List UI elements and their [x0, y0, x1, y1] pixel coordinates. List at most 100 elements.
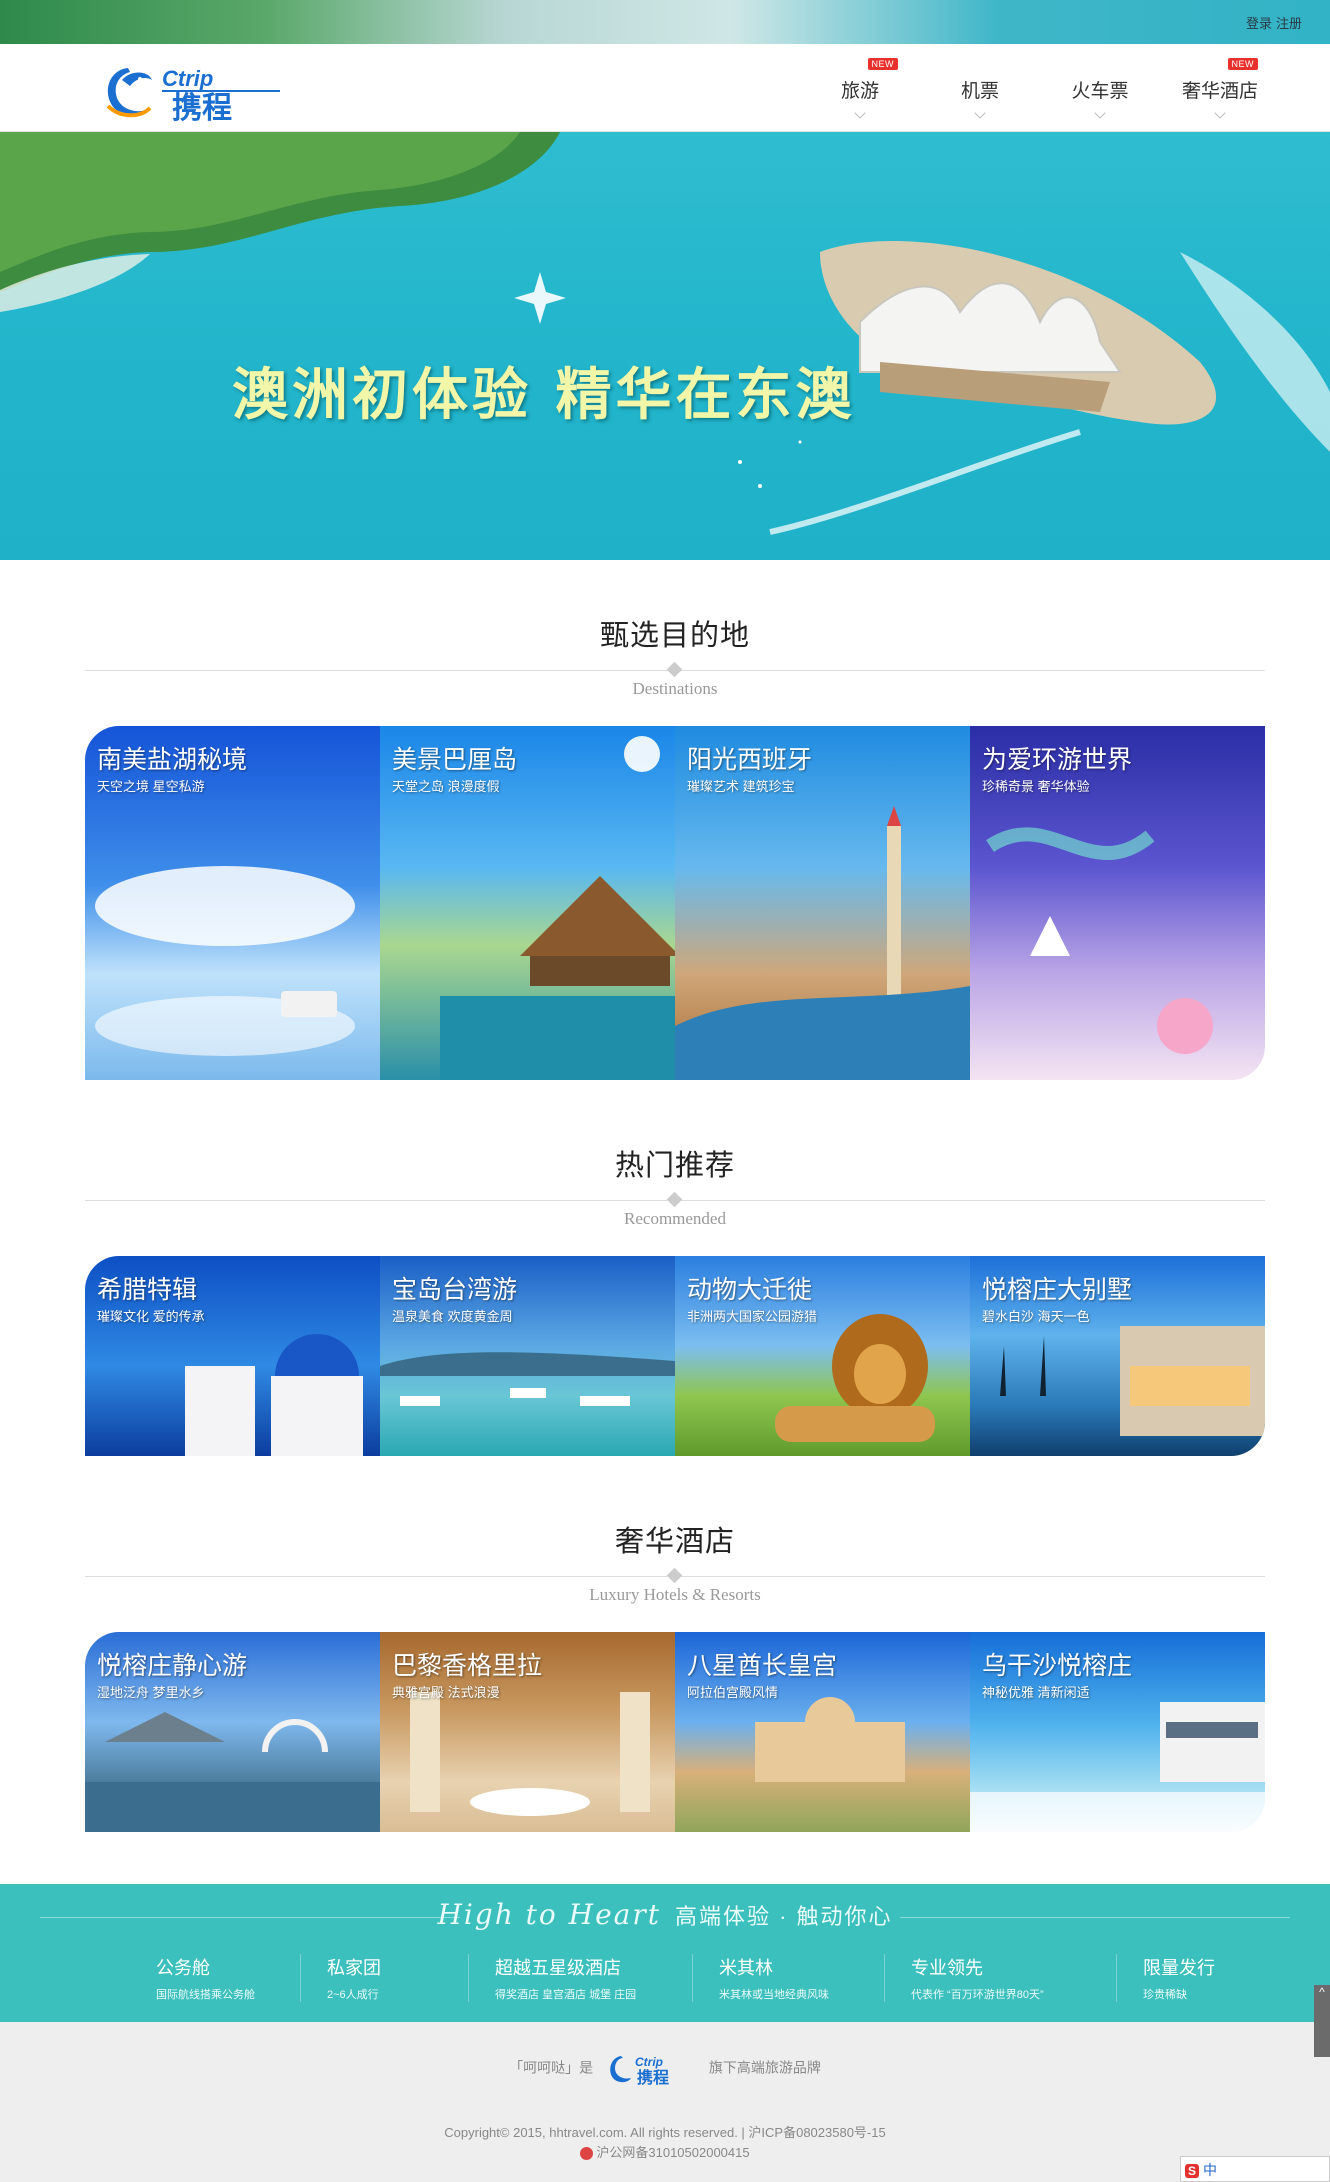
svg-text:携程: 携程: [172, 91, 232, 122]
card-title: 悦榕庄静心游: [97, 1652, 248, 1680]
ctrip-logo-small[interactable]: Ctrip 携程: [607, 2052, 695, 2087]
feature-title: 超越五星级酒店: [495, 1958, 621, 1978]
feature-title: 私家团: [327, 1958, 381, 1978]
section-subtitle: Destinations: [632, 679, 718, 698]
card-subtitle: 非洲两大国家公园游猎: [687, 1309, 818, 1324]
slogan: High to Heart 高端体验 · 触动你心: [0, 1898, 1330, 1931]
card-title: 美景巴厘岛: [392, 746, 518, 774]
card-world-tour[interactable]: 为爱环游世界 珍稀奇景 奢华体验: [970, 726, 1265, 1080]
feature-item: 超越五星级酒店 得奖酒店 皇宫酒店 城堡 庄园: [468, 1954, 692, 2002]
feature-sub: 米其林或当地经典风味: [719, 1989, 829, 2001]
login-links: 登录 注册: [1242, 13, 1302, 32]
svg-text:携程: 携程: [637, 2068, 669, 2086]
ime-toolbar[interactable]: S中: [1180, 2156, 1330, 2182]
card-greece[interactable]: 希腊特辑 璀璨文化 爱的传承: [85, 1256, 380, 1456]
divider: [85, 1567, 1265, 1584]
divider: [85, 661, 1265, 678]
card-spain[interactable]: 阳光西班牙 璀璨艺术 建筑珍宝: [675, 726, 970, 1080]
top-strip: 登录 注册: [0, 0, 1330, 44]
card-ungasan-banyan[interactable]: 乌干沙悦榕庄 神秘优雅 清新闲适: [970, 1632, 1265, 1832]
nav-item-trains[interactable]: 火车票: [1040, 44, 1160, 132]
slogan-en: High to Heart: [437, 1898, 661, 1931]
nav-label: 奢华酒店: [1181, 81, 1258, 102]
card-emirates-palace[interactable]: 八星酋长皇宫 阿拉伯宫殿风情: [675, 1632, 970, 1832]
feature-list: 公务舱 国际航线搭乘公务舱 私家团 2~6人成行 超越五星级酒店 得奖酒店 皇宫…: [130, 1954, 1266, 2002]
card-subtitle: 璀璨文化 爱的传承: [97, 1309, 205, 1324]
feature-sub: 代表作 “百万环游世界80天”: [911, 1989, 1044, 2001]
card-south-america-salt-lake[interactable]: 南美盐湖秘境 天空之境 星空私游: [85, 726, 380, 1080]
card-subtitle: 珍稀奇景 奢华体验: [982, 779, 1090, 794]
card-bali[interactable]: 美景巴厘岛 天堂之岛 浪漫度假: [380, 726, 675, 1080]
feature-title: 米其林: [719, 1958, 773, 1978]
copyright: Copyright© 2015, hhtravel.com. All right…: [444, 2125, 886, 2140]
feature-sub: 2~6人成行: [327, 1989, 379, 2001]
brand-post: 旗下高端旅游品牌: [708, 2059, 821, 2076]
card-subtitle: 天空之境 星空私游: [97, 779, 205, 794]
new-badge: NEW: [1227, 58, 1258, 70]
banner-title: 澳洲初体验 精华在东澳: [232, 362, 856, 428]
ime-mode: 中: [1203, 2162, 1218, 2178]
card-subtitle: 阿拉伯宫殿风情: [687, 1685, 779, 1700]
card-subtitle: 典雅宫殿 法式浪漫: [392, 1685, 500, 1700]
card-subtitle: 天堂之岛 浪漫度假: [392, 779, 500, 794]
feature-sub: 国际航线搭乘公务舱: [156, 1989, 255, 2001]
police-record[interactable]: 沪公网备31010502000415: [0, 2142, 1330, 2161]
section-title: 热门推荐: [614, 1150, 735, 1182]
feature-title: 专业领先: [911, 1958, 983, 1978]
feature-title: 限量发行: [1143, 1958, 1215, 1978]
recommended-row: 希腊特辑 璀璨文化 爱的传承 宝岛台湾游 温泉美食 欢度黄金周 动物大迁徙 非洲…: [85, 1256, 1265, 1456]
destinations-heading: 甄选目的地 Destinations: [85, 612, 1265, 699]
card-title: 希腊特辑: [97, 1276, 198, 1304]
card-title: 悦榕庄大别墅: [982, 1276, 1133, 1304]
card-banyan-retreat[interactable]: 悦榕庄静心游 湿地泛舟 梦里水乡: [85, 1632, 380, 1832]
login-link[interactable]: 登录: [1246, 16, 1272, 31]
features-band: High to Heart 高端体验 · 触动你心 公务舱 国际航线搭乘公务舱 私…: [0, 1884, 1330, 2022]
register-link[interactable]: 注册: [1276, 16, 1302, 31]
site-header: Ctrip 携程 NEW 旅游 机票 火车票 NEW 奢华酒店: [0, 44, 1330, 132]
chevron-down-icon: [974, 107, 986, 119]
feature-item: 公务舱 国际航线搭乘公务舱: [130, 1954, 300, 2002]
card-subtitle: 温泉美食 欢度黄金周: [392, 1309, 513, 1324]
card-subtitle: 神秘优雅 清新闲适: [982, 1685, 1090, 1700]
feature-item: 限量发行 珍贵稀缺: [1116, 1954, 1266, 2002]
ctrip-logo[interactable]: Ctrip 携程: [100, 58, 290, 126]
police-record-text: 沪公网备31010502000415: [596, 2145, 750, 2160]
section-title: 甄选目的地: [599, 620, 750, 652]
up-arrow-icon: ^: [1319, 1985, 1325, 1999]
divider: [85, 1191, 1265, 1208]
feature-title: 公务舱: [156, 1958, 210, 1978]
nav-item-luxury-hotels[interactable]: NEW 奢华酒店: [1160, 44, 1280, 132]
svg-text:Ctrip: Ctrip: [162, 66, 213, 91]
card-subtitle: 碧水白沙 海天一色: [982, 1309, 1090, 1324]
hero-banner[interactable]: 澳洲初体验 精华在东澳: [0, 132, 1330, 560]
new-badge: NEW: [867, 58, 898, 70]
site-footer: 「呵呵哒」是 Ctrip 携程 旗下高端旅游品牌 Copyright© 2015…: [0, 2022, 1330, 2182]
diamond-icon: [666, 1567, 683, 1584]
card-subtitle: 璀璨艺术 建筑珍宝: [687, 779, 795, 794]
card-paris-shangri-la[interactable]: 巴黎香格里拉 典雅宫殿 法式浪漫: [380, 1632, 675, 1832]
card-migration[interactable]: 动物大迁徙 非洲两大国家公园游猎: [675, 1256, 970, 1456]
slogan-cn: 高端体验 · 触动你心: [675, 1904, 893, 1929]
diamond-icon: [666, 661, 683, 678]
card-taiwan[interactable]: 宝岛台湾游 温泉美食 欢度黄金周: [380, 1256, 675, 1456]
hotels-row: 悦榕庄静心游 湿地泛舟 梦里水乡 巴黎香格里拉 典雅宫殿 法式浪漫 八星酋长皇宫…: [85, 1632, 1265, 1832]
chevron-down-icon: [1094, 107, 1106, 119]
recommended-heading: 热门推荐 Recommended: [85, 1142, 1265, 1229]
destinations-row: 南美盐湖秘境 天空之境 星空私游 美景巴厘岛 天堂之岛 浪漫度假 阳光西班牙 璀…: [85, 726, 1265, 1080]
card-banyan-villa[interactable]: 悦榕庄大别墅 碧水白沙 海天一色: [970, 1256, 1265, 1456]
nav-label: 机票: [960, 81, 999, 102]
card-title: 巴黎香格里拉: [392, 1652, 543, 1680]
brand-pre: 「呵呵哒」是: [509, 2059, 594, 2076]
back-to-top-button[interactable]: ^: [1314, 1985, 1330, 2057]
card-title: 为爱环游世界: [982, 746, 1133, 774]
section-title: 奢华酒店: [614, 1526, 735, 1558]
svg-text:Ctrip: Ctrip: [635, 2055, 663, 2069]
police-emblem-icon: [580, 2147, 594, 2161]
feature-item: 专业领先 代表作 “百万环游世界80天”: [884, 1954, 1116, 2002]
nav-label: 火车票: [1071, 81, 1129, 102]
nav-item-travel[interactable]: NEW 旅游: [800, 44, 920, 132]
nav-item-flights[interactable]: 机票: [920, 44, 1040, 132]
feature-sub: 得奖酒店 皇宫酒店 城堡 庄园: [495, 1989, 637, 2001]
nav-label: 旅游: [840, 81, 879, 102]
feature-item: 米其林 米其林或当地经典风味: [692, 1954, 884, 2002]
